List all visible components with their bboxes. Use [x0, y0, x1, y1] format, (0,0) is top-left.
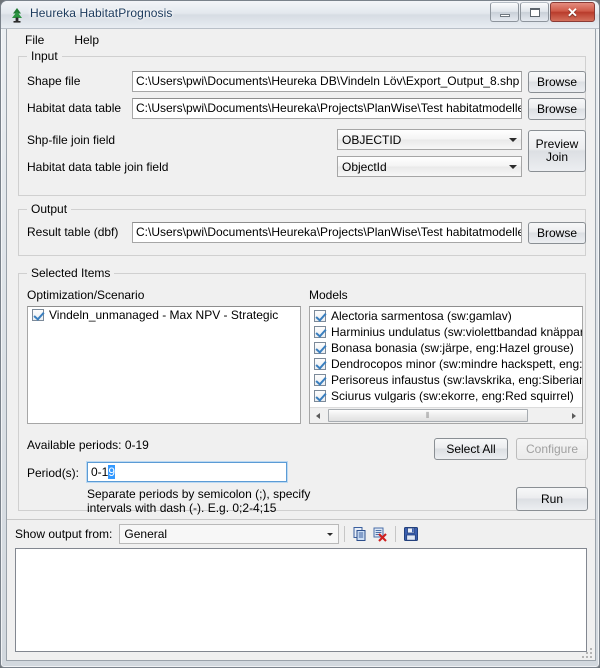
- toolbar-separator: [344, 526, 346, 542]
- result-table-input[interactable]: C:\Users\pwi\Documents\Heureka\Projects\…: [132, 222, 522, 243]
- maximize-button[interactable]: [520, 2, 549, 22]
- input-group: Input Shape file C:\Users\pwi\Documents\…: [18, 49, 586, 196]
- application-window: Heureka HabitatPrognosis ✕ File Help Inp…: [0, 0, 600, 668]
- close-button[interactable]: ✕: [550, 2, 595, 22]
- input-group-title: Input: [27, 49, 62, 63]
- habitat-join-field-label: Habitat data table join field: [27, 160, 169, 174]
- model-item-label: Harminius undulatus (sw:violettbandad kn…: [331, 325, 583, 339]
- scroll-track[interactable]: ⦀: [326, 408, 566, 423]
- shape-file-input[interactable]: C:\Users\pwi\Documents\Heureka DB\Vindel…: [132, 71, 522, 92]
- selected-items-group: Selected Items Optimization/Scenario Vin…: [18, 266, 588, 515]
- output-source-value: General: [124, 527, 168, 541]
- model-item-label: Alectoria sarmentosa (sw:gamlav): [331, 309, 512, 323]
- chevron-down-icon[interactable]: [504, 130, 521, 149]
- shp-join-field-select[interactable]: OBJECTID: [337, 129, 522, 150]
- output-source-select[interactable]: General: [119, 524, 340, 544]
- model-item-label: Dendrocopos minor (sw:mindre hackspett, …: [331, 357, 583, 371]
- available-periods-label: Available periods: 0-19: [27, 438, 149, 452]
- menu-bar: File Help: [7, 29, 595, 51]
- list-item[interactable]: Harminius undulatus (sw:violettbandad kn…: [310, 324, 582, 340]
- periods-value-selected: 9: [108, 465, 116, 479]
- optimization-scenario-label: Optimization/Scenario: [27, 288, 145, 302]
- checkbox-icon[interactable]: [314, 310, 326, 322]
- preview-join-button[interactable]: Preview Join: [528, 130, 586, 172]
- optimization-item-label: Vindeln_unmanaged - Max NPV - Strategic: [49, 308, 279, 322]
- configure-button[interactable]: Configure: [516, 438, 588, 460]
- periods-hint-line1: Separate periods by semicolon (;), speci…: [87, 487, 311, 501]
- models-list[interactable]: Alectoria sarmentosa (sw:gamlav) Harminiu…: [309, 306, 583, 424]
- chevron-down-icon[interactable]: [321, 525, 338, 543]
- scroll-left-arrow[interactable]: [310, 408, 326, 423]
- window-title: Heureka HabitatPrognosis: [30, 6, 173, 20]
- chevron-down-icon[interactable]: [504, 157, 521, 176]
- optimization-scenario-list[interactable]: Vindeln_unmanaged - Max NPV - Strategic: [27, 306, 301, 424]
- list-item[interactable]: Sciurus vulgaris (sw:ekorre, eng:Red squ…: [310, 388, 582, 404]
- copy-icon[interactable]: [350, 524, 370, 544]
- checkbox-icon[interactable]: [314, 358, 326, 370]
- output-text-area[interactable]: [15, 548, 587, 652]
- close-icon: ✕: [567, 4, 578, 20]
- habitat-join-field-value: ObjectId: [342, 159, 387, 174]
- minimize-button[interactable]: [490, 2, 519, 22]
- select-all-button[interactable]: Select All: [434, 438, 508, 460]
- tree-icon: [8, 6, 26, 24]
- checkbox-icon[interactable]: [314, 342, 326, 354]
- shp-join-field-label: Shp-file join field: [27, 133, 116, 147]
- model-item-label: Bonasa bonasia (sw:järpe, eng:Hazel grou…: [331, 341, 574, 355]
- shp-join-field-value: OBJECTID: [342, 132, 402, 147]
- show-output-from-label: Show output from:: [15, 527, 113, 541]
- habitat-data-table-browse-button[interactable]: Browse: [528, 98, 586, 120]
- list-item[interactable]: Bonasa bonasia (sw:järpe, eng:Hazel grou…: [310, 340, 582, 356]
- model-item-label: Sciurus vulgaris (sw:ekorre, eng:Red squ…: [331, 389, 574, 403]
- scroll-thumb[interactable]: ⦀: [328, 409, 528, 422]
- periods-value-prefix: 0-1: [91, 465, 109, 479]
- shape-file-browse-button[interactable]: Browse: [528, 71, 586, 93]
- checkbox-icon[interactable]: [32, 309, 44, 321]
- grip-icon: ⦀: [425, 410, 431, 420]
- client-area: File Help Input Shape file C:\Users\pwi\…: [6, 29, 596, 661]
- menu-help-label: Help: [74, 33, 100, 47]
- periods-input[interactable]: 0-19: [86, 461, 288, 483]
- list-item[interactable]: Perisoreus infaustus (sw:lavskrika, eng:…: [310, 372, 582, 388]
- menu-help[interactable]: Help: [68, 31, 105, 49]
- result-table-label: Result table (dbf): [27, 225, 119, 239]
- list-item[interactable]: Vindeln_unmanaged - Max NPV - Strategic: [28, 307, 300, 323]
- shape-file-label: Shape file: [27, 74, 81, 88]
- scroll-right-arrow[interactable]: [566, 408, 582, 423]
- model-item-label: Perisoreus infaustus (sw:lavskrika, eng:…: [331, 373, 583, 387]
- output-group: Output Result table (dbf) C:\Users\pwi\D…: [18, 202, 586, 256]
- models-horizontal-scrollbar[interactable]: ⦀: [310, 407, 582, 423]
- menu-file[interactable]: File: [19, 31, 50, 49]
- output-toolbar: Show output from: General: [15, 521, 595, 547]
- periods-hint-line2: intervals with dash (-). E.g. 0;2-4;15: [87, 501, 277, 515]
- habitat-data-table-input[interactable]: C:\Users\pwi\Documents\Heureka\Projects\…: [132, 98, 522, 119]
- save-icon[interactable]: [401, 524, 421, 544]
- checkbox-icon[interactable]: [314, 326, 326, 338]
- run-button[interactable]: Run: [516, 487, 588, 511]
- toolbar-separator: [395, 526, 397, 542]
- result-table-browse-button[interactable]: Browse: [528, 222, 586, 244]
- window-controls: ✕: [490, 2, 595, 22]
- habitat-join-field-select[interactable]: ObjectId: [337, 156, 522, 177]
- checkbox-icon[interactable]: [314, 374, 326, 386]
- title-bar[interactable]: Heureka HabitatPrognosis ✕: [1, 1, 599, 29]
- output-panel-separator: [7, 519, 595, 520]
- clear-output-icon[interactable]: [370, 524, 390, 544]
- checkbox-icon[interactable]: [314, 390, 326, 402]
- list-item[interactable]: Dendrocopos minor (sw:mindre hackspett, …: [310, 356, 582, 372]
- periods-field-label: Period(s):: [27, 466, 80, 480]
- resize-grip[interactable]: [579, 645, 592, 658]
- habitat-data-table-label: Habitat data table: [27, 101, 122, 115]
- selected-items-group-title: Selected Items: [27, 266, 115, 280]
- output-group-title: Output: [27, 202, 72, 216]
- preview-join-line2: Join: [545, 150, 568, 164]
- models-label: Models: [309, 288, 348, 302]
- list-item[interactable]: Alectoria sarmentosa (sw:gamlav): [310, 308, 582, 324]
